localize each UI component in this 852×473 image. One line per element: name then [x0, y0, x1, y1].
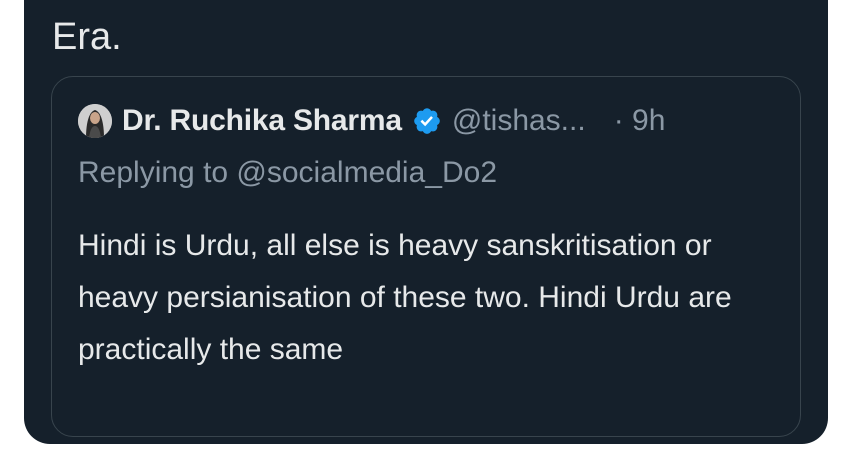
- author-name[interactable]: Dr. Ruchika Sharma: [122, 104, 402, 138]
- quoted-tweet-card[interactable]: Dr. Ruchika Sharma @tishas... · 9h Reply…: [51, 76, 801, 437]
- author-handle[interactable]: @tishas...: [452, 104, 586, 138]
- tweet-timestamp[interactable]: · 9h: [614, 104, 666, 138]
- tweet-text: Era.: [52, 16, 122, 58]
- replying-to-label[interactable]: Replying to @socialmedia_Do2: [78, 153, 497, 193]
- quoted-tweet-header: Dr. Ruchika Sharma @tishas... · 9h: [78, 101, 665, 141]
- author-avatar[interactable]: [78, 104, 112, 138]
- quoted-tweet-text: Hindi is Urdu, all else is heavy sanskri…: [78, 229, 732, 366]
- avatar-image: [78, 104, 112, 138]
- verified-badge-icon: [414, 108, 440, 134]
